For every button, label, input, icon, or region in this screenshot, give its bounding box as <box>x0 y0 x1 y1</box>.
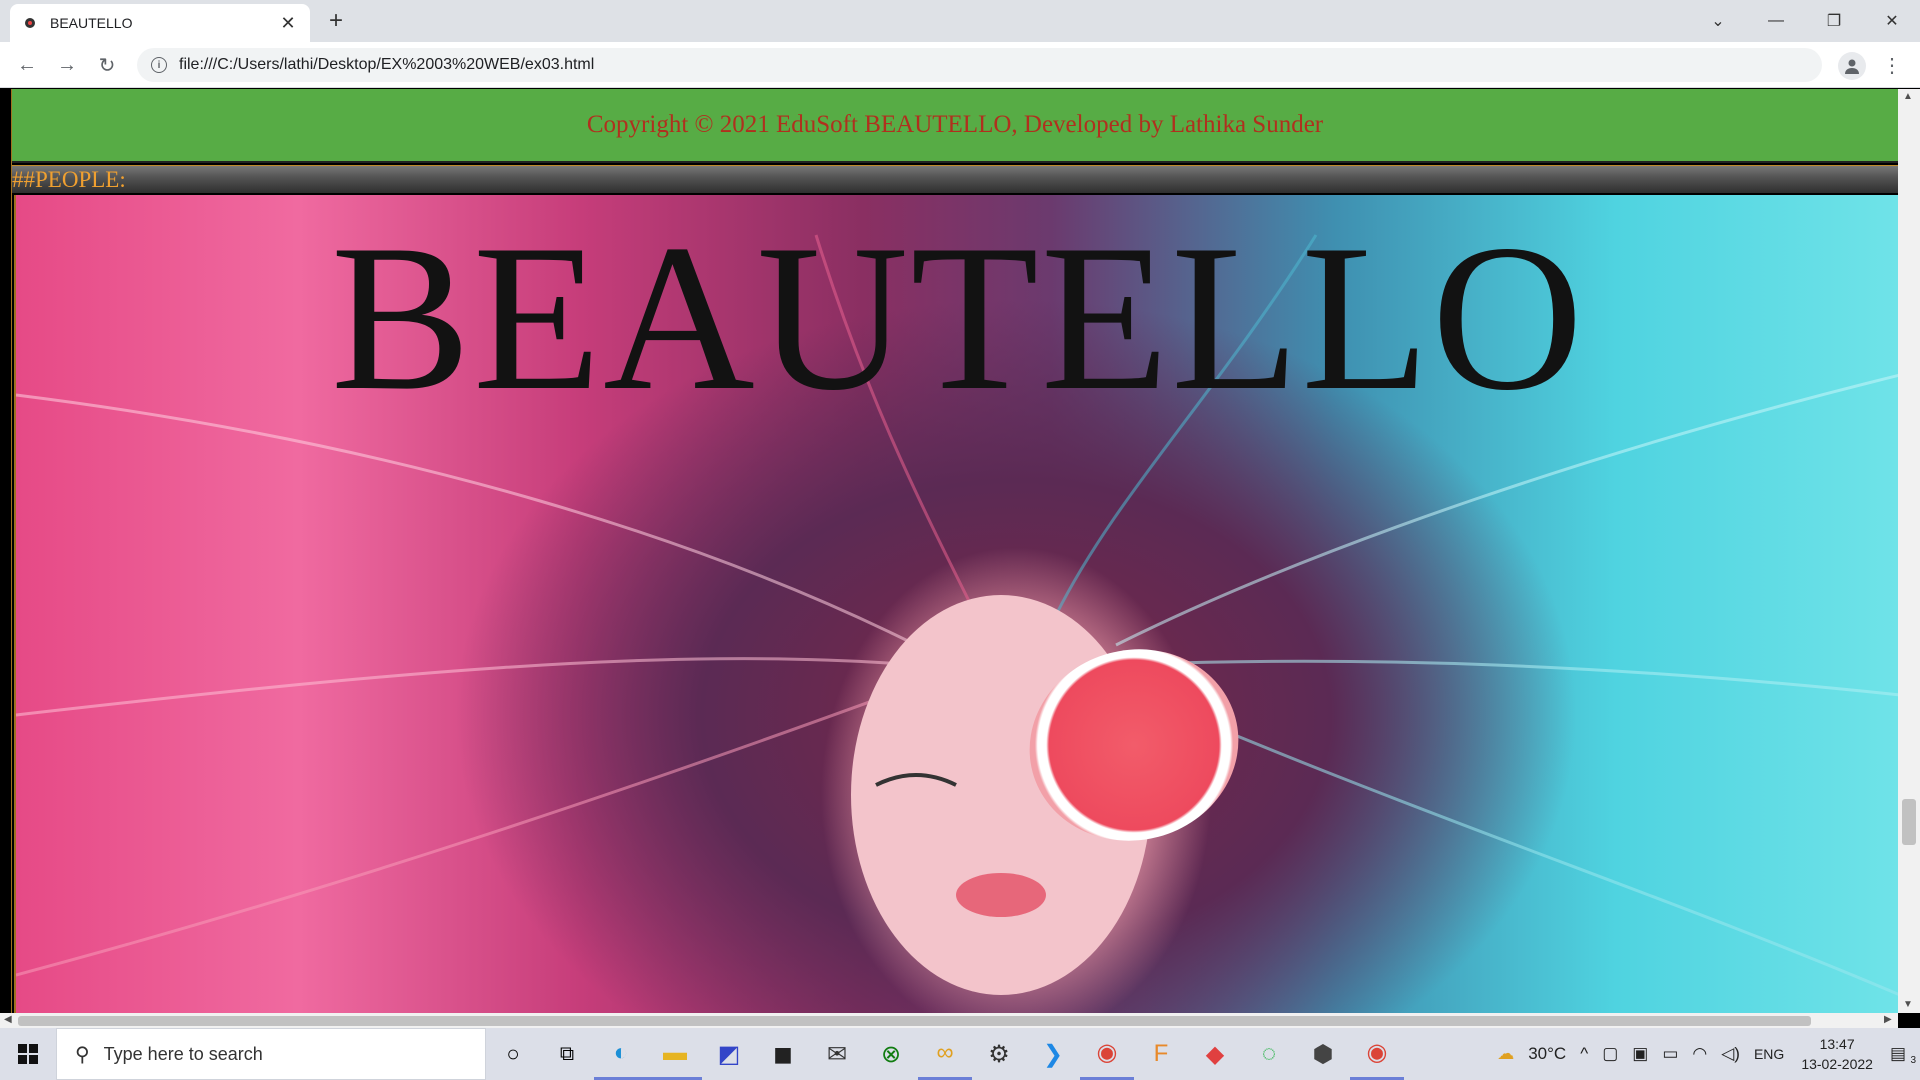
weather-icon[interactable]: ☁ <box>1490 1044 1521 1064</box>
copyright-footer: Copyright © 2021 EduSoft BEAUTELLO, Deve… <box>12 89 1898 163</box>
code-editor-app-icon[interactable]: ◩ <box>702 1028 756 1080</box>
volume-icon[interactable]: ◁) <box>1714 1044 1747 1064</box>
settings-gear-icon[interactable]: ⚙ <box>972 1028 1026 1080</box>
minimize-button[interactable]: — <box>1748 0 1804 42</box>
browser-tab-strip: BEAUTELLO ✕ + ⌄ — ❐ ✕ <box>0 0 1920 42</box>
windows-logo-icon <box>18 1044 38 1064</box>
browser-menu-icon[interactable]: ⋮ <box>1882 52 1902 80</box>
notification-count: 3 <box>1910 1055 1916 1066</box>
taskbar-search-box[interactable]: ⚲ Type here to search <box>56 1028 486 1080</box>
search-icon: ⚲ <box>75 1043 90 1066</box>
back-button[interactable]: ← <box>12 50 42 80</box>
restore-button[interactable]: ❐ <box>1806 0 1862 42</box>
display-icon[interactable]: ▣ <box>1625 1044 1655 1064</box>
clock-time: 13:47 <box>1819 1036 1855 1052</box>
scroll-up-icon[interactable]: ▲ <box>1903 91 1913 102</box>
weather-temperature[interactable]: 30°C <box>1521 1044 1573 1064</box>
language-indicator[interactable]: ENG <box>1747 1046 1791 1062</box>
unity-icon[interactable]: ⬢ <box>1296 1028 1350 1080</box>
window-close-button[interactable]: ✕ <box>1864 0 1920 42</box>
unknown-app-icon[interactable]: ∞ <box>918 1028 972 1080</box>
tray-overflow-chevron-icon[interactable]: ^ <box>1573 1044 1595 1064</box>
circle-app-icon[interactable]: ◌ <box>1242 1028 1296 1080</box>
fontlab-icon[interactable]: F <box>1134 1028 1188 1080</box>
section-heading-bar: ##PEOPLE: <box>12 165 1898 193</box>
task-view-icon[interactable]: ⧉ <box>540 1028 594 1080</box>
system-tray: ☁ 30°C ^ ▢ ▣ ▭ ◠ ◁) ENG 13:47 13-02-2022… <box>1490 1028 1920 1080</box>
horizontal-scrollbar[interactable]: ◀ ▶ <box>0 1013 1898 1028</box>
meet-now-icon[interactable]: ▢ <box>1595 1044 1625 1064</box>
tab-title: BEAUTELLO <box>50 15 133 31</box>
wifi-icon[interactable]: ◠ <box>1685 1044 1714 1064</box>
vscode-icon[interactable]: ❯ <box>1026 1028 1080 1080</box>
start-button[interactable] <box>0 1028 56 1080</box>
page-viewport: Copyright © 2021 EduSoft BEAUTELLO, Deve… <box>0 89 1920 1013</box>
taskbar-clock[interactable]: 13:47 13-02-2022 <box>1791 1034 1883 1074</box>
store-icon[interactable]: ◼ <box>756 1028 810 1080</box>
chrome-icon[interactable]: ◉ <box>1080 1028 1134 1080</box>
hero-image: BEAUTELLO <box>14 195 1898 1013</box>
url-text[interactable]: file:///C:/Users/lathi/Desktop/EX%2003%2… <box>179 56 594 74</box>
desktop-screen: BEAUTELLO ✕ + ⌄ — ❐ ✕ ← → ↻ i file:///C:… <box>0 0 1920 1080</box>
hero-title: BEAUTELLO <box>330 202 1586 434</box>
vertical-scrollbar[interactable]: ▲ ▼ <box>1898 89 1920 1013</box>
clock-date: 13-02-2022 <box>1801 1056 1873 1072</box>
scroll-right-icon[interactable]: ▶ <box>1884 1014 1892 1025</box>
xbox-icon[interactable]: ⊗ <box>864 1028 918 1080</box>
forward-button[interactable]: → <box>52 50 82 80</box>
address-bar[interactable]: i file:///C:/Users/lathi/Desktop/EX%2003… <box>137 48 1822 82</box>
scroll-down-icon[interactable]: ▼ <box>1903 999 1913 1010</box>
reload-button[interactable]: ↻ <box>92 50 122 80</box>
profile-avatar[interactable] <box>1838 52 1866 80</box>
chrome-second-icon[interactable]: ◉ <box>1350 1028 1404 1080</box>
page-favicon-icon <box>22 15 38 31</box>
new-tab-button[interactable]: + <box>322 8 350 36</box>
tab-search-chevron-icon[interactable]: ⌄ <box>1690 0 1746 42</box>
browser-toolbar: ← → ↻ i file:///C:/Users/lathi/Desktop/E… <box>0 42 1920 88</box>
windows-taskbar: ⚲ Type here to search ○ ⧉ ◐ ▬ ◩ ◼ ✉ ⊗ ∞ … <box>0 1028 1920 1080</box>
section-heading: ##PEOPLE: <box>12 167 126 192</box>
scroll-left-icon[interactable]: ◀ <box>4 1014 12 1025</box>
battery-icon[interactable]: ▭ <box>1655 1044 1685 1064</box>
vertical-scroll-thumb[interactable] <box>1902 799 1916 845</box>
site-info-icon[interactable]: i <box>151 57 167 73</box>
notification-center-icon[interactable]: ▤ 3 <box>1883 1044 1920 1066</box>
mail-icon[interactable]: ✉ <box>810 1028 864 1080</box>
browser-tab[interactable]: BEAUTELLO ✕ <box>10 4 310 42</box>
page-left-border <box>0 89 12 1013</box>
cortana-icon[interactable]: ○ <box>486 1028 540 1080</box>
horizontal-scroll-thumb[interactable] <box>18 1016 1811 1026</box>
copyright-text: Copyright © 2021 EduSoft BEAUTELLO, Deve… <box>586 111 1324 138</box>
file-explorer-icon[interactable]: ▬ <box>648 1028 702 1080</box>
search-placeholder: Type here to search <box>103 1043 263 1064</box>
edge-browser-icon[interactable]: ◐ <box>594 1028 648 1080</box>
git-app-icon[interactable]: ◆ <box>1188 1028 1242 1080</box>
close-tab-icon[interactable]: ✕ <box>278 13 298 34</box>
